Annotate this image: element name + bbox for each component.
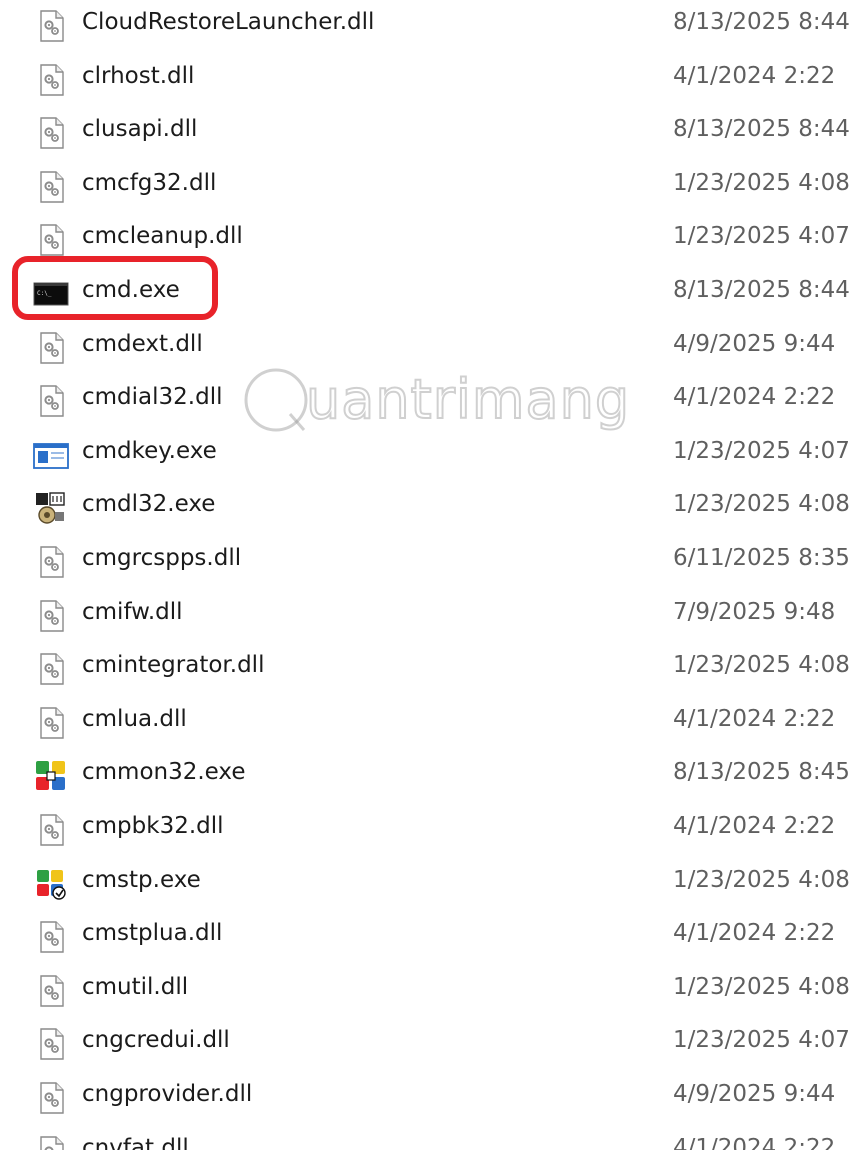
file-date-modified: 4/1/2024 2:22	[673, 813, 836, 839]
dll-file-icon	[33, 8, 69, 44]
file-row[interactable]: cnvfat.dll 4/1/2024 2:22	[0, 1121, 867, 1150]
file-row[interactable]: cmdial32.dll 4/1/2024 2:22	[0, 370, 867, 424]
file-name[interactable]: cmdial32.dll	[82, 370, 222, 424]
file-row[interactable]: clrhost.dll 4/1/2024 2:22	[0, 49, 867, 103]
file-name[interactable]: cngcredui.dll	[82, 1013, 230, 1067]
file-name[interactable]: clrhost.dll	[82, 49, 194, 103]
file-date-modified: 4/9/2025 9:44	[673, 1081, 836, 1107]
file-row[interactable]: cmintegrator.dll 1/23/2025 4:08	[0, 638, 867, 692]
file-name[interactable]: cngprovider.dll	[82, 1067, 252, 1121]
dll-file-icon	[33, 115, 69, 151]
file-date-modified: 4/1/2024 2:22	[673, 62, 836, 89]
file-row[interactable]: cmdext.dll 4/9/2025 9:44	[0, 317, 867, 371]
dll-file-icon	[33, 812, 69, 848]
file-name[interactable]: cmcfg32.dll	[82, 156, 216, 210]
file-name[interactable]: cmgrcspps.dll	[82, 531, 241, 585]
dll-file-icon	[33, 62, 69, 98]
file-date-modified: 1/23/2025 4:08	[673, 973, 850, 1000]
dll-file-icon	[33, 919, 69, 955]
file-name[interactable]: cmmon32.exe	[82, 745, 245, 799]
file-row[interactable]: cmcfg32.dll 1/23/2025 4:08	[0, 156, 867, 210]
file-row[interactable]: CloudRestoreLauncher.dll 8/13/2025 8:44	[0, 0, 867, 49]
window-app-icon	[33, 437, 69, 473]
file-date-modified: 1/23/2025 4:08	[673, 652, 850, 679]
dll-file-icon	[33, 705, 69, 741]
file-name[interactable]: cmd.exe	[82, 263, 180, 317]
dll-file-icon	[33, 973, 69, 1009]
file-date-modified: 1/23/2025 4:08	[673, 169, 850, 196]
file-date-modified: 1/23/2025 4:08	[673, 866, 850, 893]
file-row[interactable]: cmcleanup.dll 1/23/2025 4:07	[0, 209, 867, 263]
file-name[interactable]: cmifw.dll	[82, 585, 183, 639]
file-date-modified: 1/23/2025 4:07	[673, 437, 850, 464]
dll-file-icon	[33, 330, 69, 366]
file-date-modified: 4/9/2025 9:44	[673, 330, 836, 357]
file-row[interactable]: cmifw.dll 7/9/2025 9:48	[0, 585, 867, 639]
file-name[interactable]: cmdkey.exe	[82, 424, 217, 478]
file-row[interactable]: cmdkey.exe 1/23/2025 4:07	[0, 424, 867, 478]
file-name[interactable]: cmcleanup.dll	[82, 209, 243, 263]
file-date-modified: 1/23/2025 4:08	[673, 491, 850, 518]
file-date-modified: 1/23/2025 4:07	[673, 1027, 850, 1054]
file-name[interactable]: cnvfat.dll	[82, 1121, 189, 1150]
dll-file-icon	[33, 169, 69, 205]
file-date-modified: 4/1/2024 2:22	[673, 384, 836, 411]
file-name[interactable]: cmutil.dll	[82, 960, 188, 1014]
file-name[interactable]: cmlua.dll	[82, 692, 187, 746]
file-date-modified: 8/13/2025 8:44	[673, 9, 850, 35]
file-name[interactable]: cmdext.dll	[82, 317, 203, 371]
file-date-modified: 1/23/2025 4:07	[673, 223, 850, 250]
file-date-modified: 8/13/2025 8:44	[673, 116, 850, 143]
file-name[interactable]: cmstp.exe	[82, 853, 201, 907]
file-row[interactable]: cmlua.dll 4/1/2024 2:22	[0, 692, 867, 746]
dll-file-icon	[33, 544, 69, 580]
file-name[interactable]: cmstplua.dll	[82, 906, 222, 960]
file-name[interactable]: cmdl32.exe	[82, 477, 215, 531]
file-date-modified: 6/11/2025 8:35	[673, 545, 850, 571]
file-row[interactable]: C:\_ cmd.exe 8/13/2025 8:44	[0, 263, 867, 317]
file-list: CloudRestoreLauncher.dll 8/13/2025 8:44 cl…	[0, 0, 867, 1150]
file-date-modified: 7/9/2025 9:48	[673, 598, 836, 625]
file-row[interactable]: cmstp.exe 1/23/2025 4:08	[0, 853, 867, 907]
dll-file-icon	[33, 383, 69, 419]
file-row[interactable]: cngcredui.dll 1/23/2025 4:07	[0, 1013, 867, 1067]
file-date-modified: 8/13/2025 8:45	[673, 759, 850, 786]
cmmon32-app-icon	[33, 758, 69, 794]
file-date-modified: 4/1/2024 2:22	[673, 1134, 836, 1150]
file-row[interactable]: cmpbk32.dll 4/1/2024 2:22	[0, 799, 867, 853]
file-name[interactable]: CloudRestoreLauncher.dll	[82, 0, 374, 49]
dll-file-icon	[33, 651, 69, 687]
file-row[interactable]: cmmon32.exe 8/13/2025 8:45	[0, 745, 867, 799]
file-name[interactable]: cmpbk32.dll	[82, 799, 224, 853]
file-name[interactable]: cmintegrator.dll	[82, 638, 264, 692]
dll-file-icon	[33, 222, 69, 258]
file-date-modified: 4/1/2024 2:22	[673, 920, 836, 947]
file-row[interactable]: cmstplua.dll 4/1/2024 2:22	[0, 906, 867, 960]
file-date-modified: 4/1/2024 2:22	[673, 705, 836, 732]
cmdl32-app-icon	[33, 490, 69, 526]
file-row[interactable]: cmdl32.exe 1/23/2025 4:08	[0, 477, 867, 531]
svg-text:C:\_: C:\_	[37, 290, 52, 297]
file-name[interactable]: clusapi.dll	[82, 102, 197, 156]
file-row[interactable]: cmutil.dll 1/23/2025 4:08	[0, 960, 867, 1014]
dll-file-icon	[33, 1134, 69, 1150]
dll-file-icon	[33, 1080, 69, 1116]
dll-file-icon	[33, 1026, 69, 1062]
dll-file-icon	[33, 598, 69, 634]
file-row[interactable]: cngprovider.dll 4/9/2025 9:44	[0, 1067, 867, 1121]
file-row[interactable]: cmgrcspps.dll 6/11/2025 8:35	[0, 531, 867, 585]
file-row[interactable]: clusapi.dll 8/13/2025 8:44	[0, 102, 867, 156]
command-prompt-icon: C:\_	[33, 276, 69, 312]
file-date-modified: 8/13/2025 8:44	[673, 277, 850, 303]
cmstp-app-icon	[33, 866, 69, 902]
